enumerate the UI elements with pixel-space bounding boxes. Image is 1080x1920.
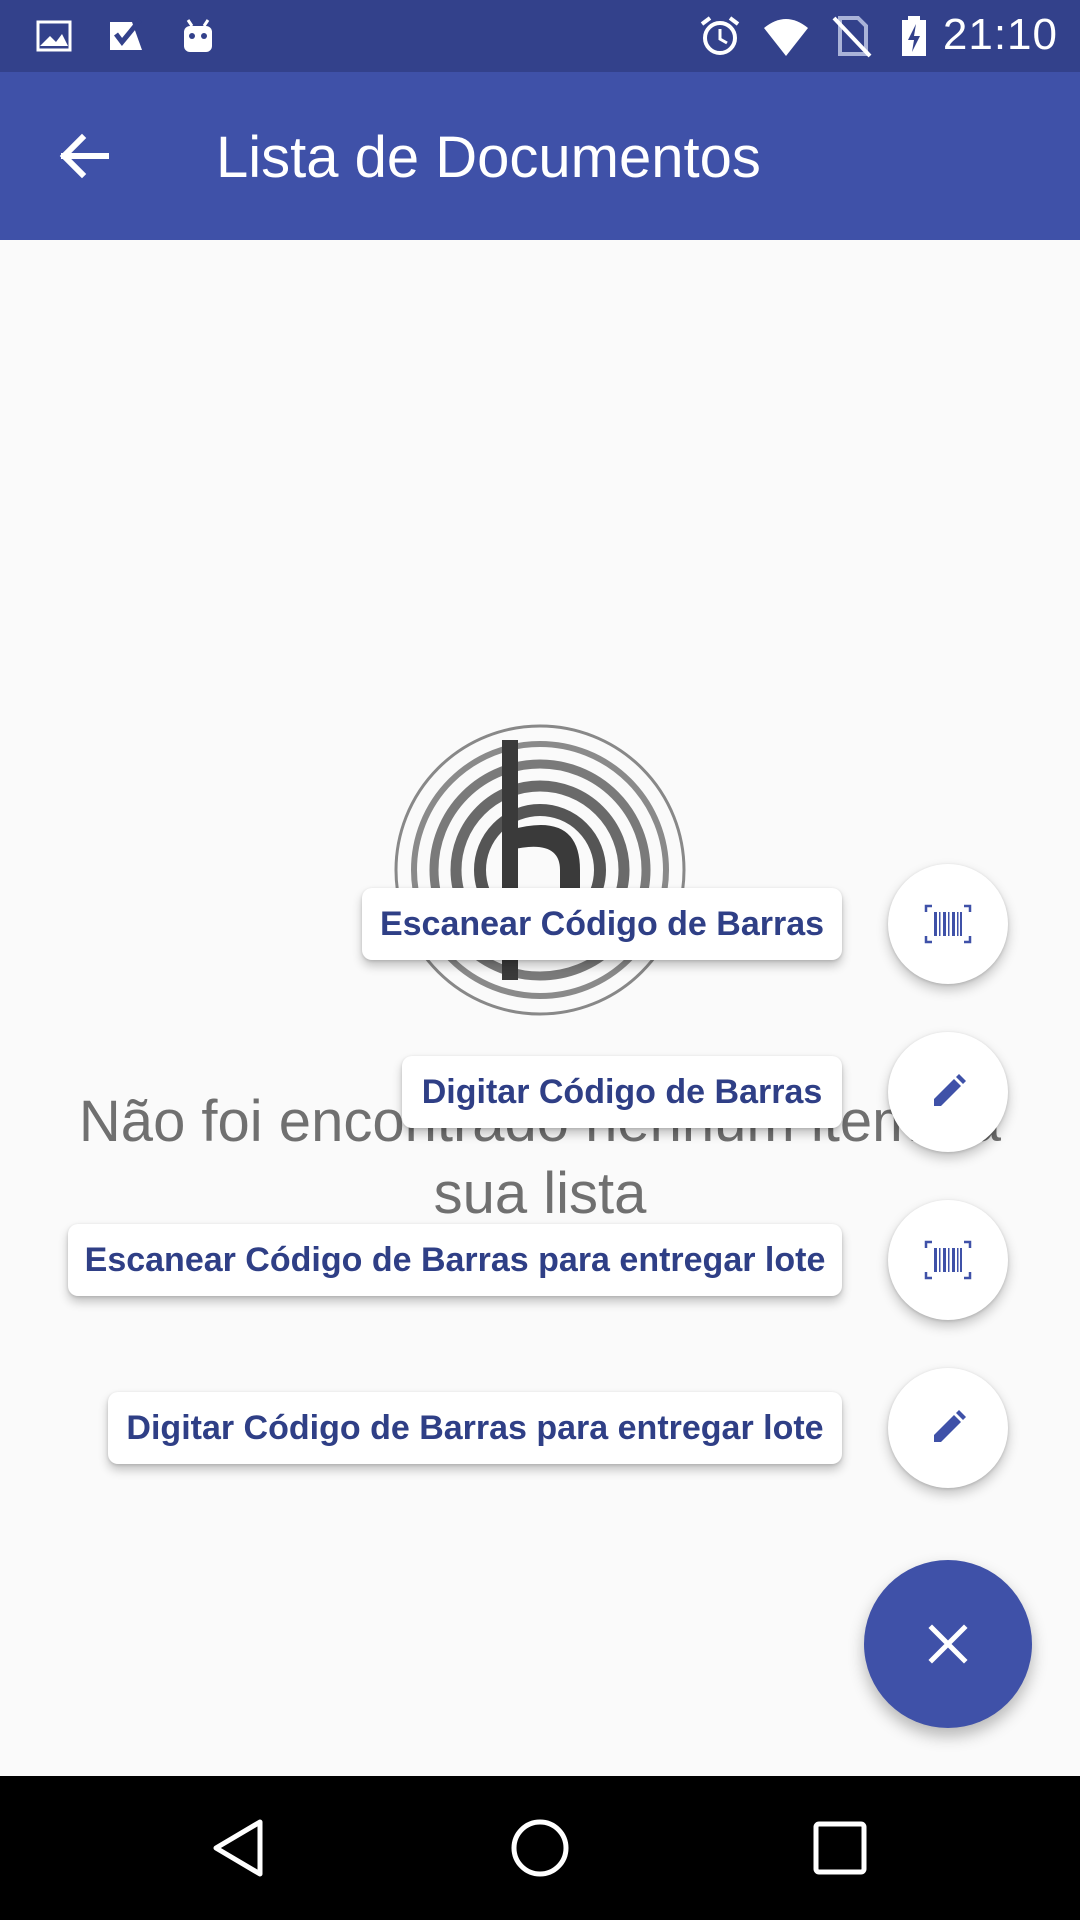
- no-sim-icon: [832, 16, 872, 58]
- app-bar: Lista de Documentos: [0, 72, 1080, 240]
- page-title: Lista de Documentos: [216, 125, 761, 190]
- close-icon: [928, 1624, 968, 1664]
- pencil-icon: [934, 1074, 966, 1106]
- back-triangle-icon[interactable]: [204, 1812, 276, 1884]
- home-circle-icon[interactable]: [504, 1812, 576, 1884]
- recents-square-icon[interactable]: [804, 1812, 876, 1884]
- image-icon: [36, 20, 72, 52]
- close-fab-button[interactable]: [864, 1560, 1032, 1728]
- status-time: 21:10: [942, 10, 1058, 59]
- status-bar: 21:10: [0, 0, 1080, 72]
- wifi-icon: [764, 19, 808, 56]
- fab-label-scan-barcode[interactable]: Escanear Código de Barras: [362, 888, 842, 960]
- android-icon: [184, 19, 212, 52]
- battery-charging-icon: [902, 16, 926, 56]
- pencil-icon: [934, 1410, 966, 1442]
- alarm-icon: [700, 16, 740, 55]
- type-barcode-batch-button[interactable]: [888, 1368, 1008, 1488]
- back-button[interactable]: [40, 118, 128, 194]
- scan-barcode-button[interactable]: [888, 864, 1008, 984]
- navigation-bar: [0, 1776, 1080, 1920]
- barcode-icon: [924, 1240, 972, 1280]
- scan-barcode-batch-button[interactable]: [888, 1200, 1008, 1320]
- fab-label-type-barcode-batch[interactable]: Digitar Código de Barras para entregar l…: [108, 1392, 842, 1464]
- fab-label-type-barcode[interactable]: Digitar Código de Barras: [402, 1056, 842, 1128]
- type-barcode-button[interactable]: [888, 1032, 1008, 1152]
- checklist-icon: [110, 18, 142, 50]
- app-logo: [394, 724, 686, 1016]
- fab-label-scan-barcode-batch[interactable]: Escanear Código de Barras para entregar …: [68, 1224, 842, 1296]
- barcode-icon: [924, 904, 972, 944]
- arrow-back-icon: [59, 133, 109, 179]
